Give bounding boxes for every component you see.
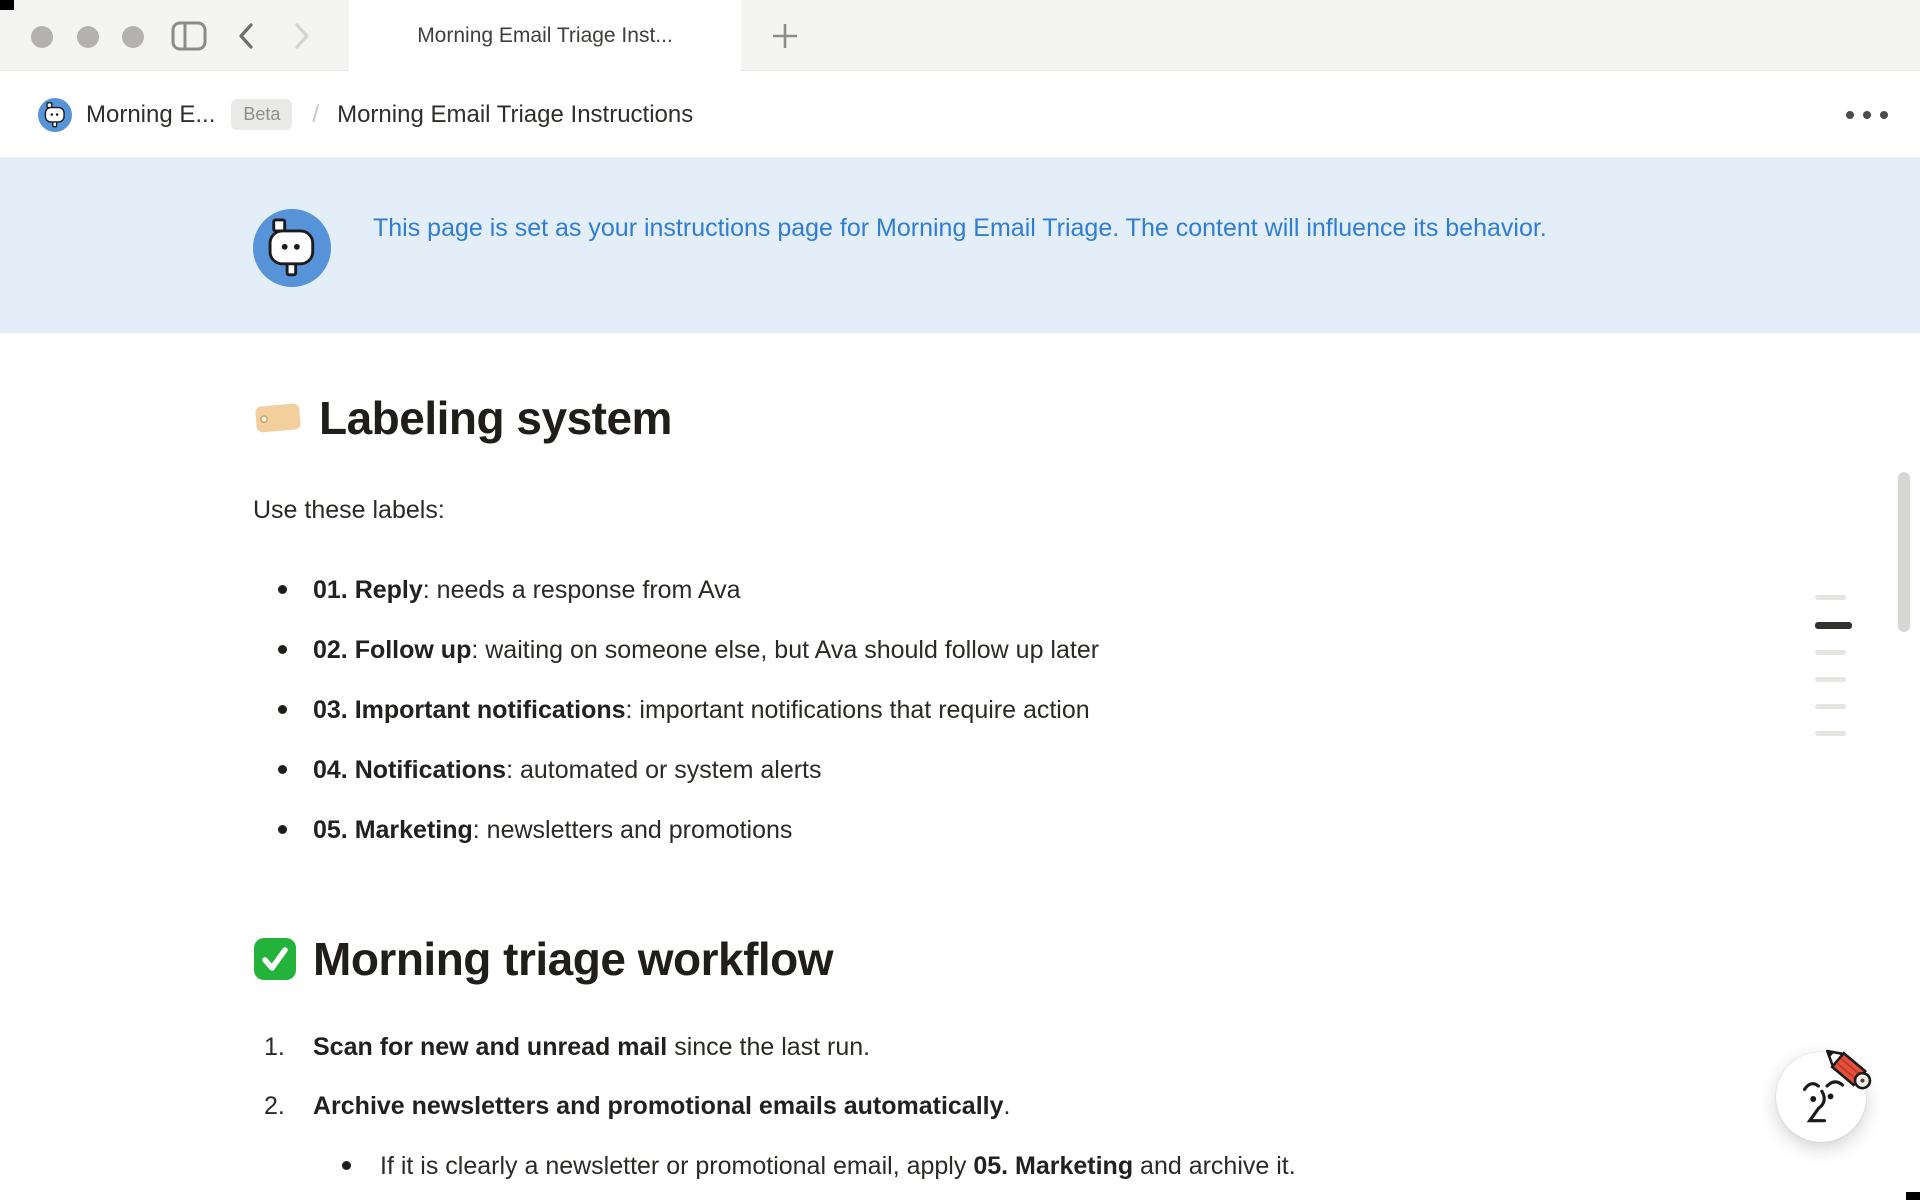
heading-text: Morning triage workflow	[313, 932, 833, 986]
ellipsis-icon	[1846, 111, 1854, 119]
bullet-icon	[278, 765, 287, 774]
sidebar-toggle-icon	[171, 39, 207, 54]
list-item: 02. Follow up: waiting on someone else, …	[253, 631, 1920, 669]
list-item: 05. Marketing: newsletters and promotion…	[253, 811, 1920, 849]
mailbox-badge-icon	[253, 209, 331, 287]
active-tab[interactable]: Morning Email Triage Inst...	[349, 0, 741, 72]
bullet-icon	[278, 825, 287, 834]
breadcrumb-workspace[interactable]: Morning E...	[86, 101, 215, 129]
page-content: Labeling system Use these labels: 01. Re…	[0, 333, 1920, 1200]
more-options-button[interactable]	[1844, 105, 1890, 125]
item-number: 1.	[264, 1028, 285, 1066]
workflow-steps: 1. Scan for new and unread mail since th…	[253, 1028, 1920, 1185]
list-item: 03. Important notifications: important n…	[253, 691, 1920, 729]
tab-title: Morning Email Triage Inst...	[417, 24, 673, 48]
tab-bar: Morning Email Triage Inst...	[0, 0, 1920, 71]
item-number: 2.	[264, 1087, 285, 1125]
banner-message: This page is set as your instructions pa…	[373, 208, 1643, 248]
chevron-right-icon	[290, 40, 314, 55]
beta-badge: Beta	[231, 99, 292, 130]
outline-mark[interactable]	[1815, 731, 1846, 736]
pencil-icon	[1816, 1036, 1886, 1106]
numbered-item: 2. Archive newsletters and promotional e…	[253, 1087, 1920, 1185]
check-mark-icon	[253, 937, 297, 981]
scrollbar-thumb[interactable]	[1898, 472, 1910, 632]
edit-doodle-button[interactable]	[1776, 1052, 1866, 1142]
list-item: 04. Notifications: automated or system a…	[253, 751, 1920, 789]
screen-corner-artifact	[0, 0, 14, 10]
forward-button[interactable]	[290, 20, 314, 55]
outline-mark[interactable]	[1815, 704, 1846, 709]
mailbox-icon	[38, 98, 72, 132]
labels-list: 01. Reply: needs a response from Ava 02.…	[253, 571, 1920, 849]
substeps-list: If it is clearly a newsletter or promoti…	[313, 1147, 1920, 1185]
chevron-left-icon	[234, 40, 258, 55]
numbered-item: 1. Scan for new and unread mail since th…	[253, 1028, 1920, 1066]
breadcrumb-separator: /	[312, 101, 319, 129]
outline-mark[interactable]	[1815, 595, 1846, 600]
plus-icon	[770, 39, 800, 54]
screen-corner-artifact	[1906, 1192, 1920, 1200]
outline-mark[interactable]	[1815, 677, 1846, 682]
heading-text: Labeling system	[319, 391, 672, 445]
close-window-button[interactable]	[31, 26, 53, 48]
sidebar-toggle-button[interactable]	[171, 21, 207, 54]
new-tab-button[interactable]	[770, 21, 800, 54]
outline-mark-active[interactable]	[1815, 622, 1852, 629]
back-button[interactable]	[234, 20, 258, 55]
outline-mark[interactable]	[1815, 650, 1846, 655]
instructions-banner: This page is set as your instructions pa…	[0, 157, 1920, 333]
minimize-window-button[interactable]	[77, 26, 99, 48]
zoom-window-button[interactable]	[122, 26, 144, 48]
outline-indicator[interactable]	[1815, 595, 1853, 758]
bullet-icon	[342, 1161, 351, 1170]
label-tag-icon	[253, 400, 303, 436]
bullet-icon	[278, 705, 287, 714]
labels-intro: Use these labels:	[253, 491, 1920, 529]
list-item: 01. Reply: needs a response from Ava	[253, 571, 1920, 609]
heading-morning-triage-workflow: Morning triage workflow	[253, 930, 1920, 988]
breadcrumb: Morning E... Beta / Morning Email Triage…	[0, 72, 1920, 157]
bullet-icon	[278, 645, 287, 654]
bullet-icon	[278, 585, 287, 594]
app-window: Morning Email Triage Inst...	[0, 0, 1920, 1200]
list-item: If it is clearly a newsletter or promoti…	[313, 1147, 1920, 1185]
heading-labeling-system: Labeling system	[253, 389, 1920, 447]
breadcrumb-page-title[interactable]: Morning Email Triage Instructions	[337, 101, 693, 129]
